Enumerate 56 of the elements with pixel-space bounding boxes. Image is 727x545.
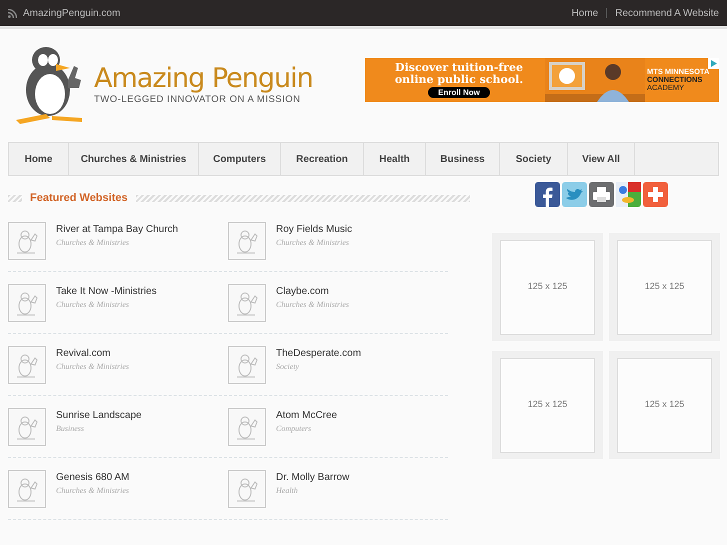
thumbnail-icon[interactable] [228, 346, 266, 384]
category-label: Churches & Ministries [56, 485, 130, 497]
category-label: Computers [276, 423, 312, 435]
website-link[interactable]: Take It Now -Ministries [56, 285, 157, 299]
category-label: Society [276, 361, 300, 373]
thumbnail-icon[interactable] [8, 346, 46, 384]
website-link[interactable]: Atom McCree [276, 409, 338, 423]
print-icon[interactable] [588, 182, 614, 207]
nav-item[interactable]: Society [500, 143, 568, 175]
thumbnail-icon[interactable] [8, 470, 46, 508]
category-label: Health [276, 485, 299, 497]
enroll-button[interactable]: Enroll Now [428, 87, 490, 98]
thumbnail-icon[interactable] [228, 284, 266, 322]
nav-item[interactable]: View All [568, 143, 635, 175]
facebook-icon[interactable] [534, 182, 560, 207]
ad-slot[interactable]: 125 x 125 [617, 358, 712, 452]
thumbnail-icon[interactable] [8, 408, 46, 446]
nav-item[interactable]: Health [364, 143, 426, 175]
logo-title: Amazing Penguin [94, 64, 313, 93]
logo-tagline: TWO-LEGGED INNOVATOR ON A MISSION [94, 93, 302, 107]
website-link[interactable]: Revival.com [56, 347, 130, 361]
website-link[interactable]: Roy Fields Music [276, 223, 352, 237]
ad-slot[interactable]: 125 x 125 [500, 358, 595, 452]
website-link[interactable]: Sunrise Landscape [56, 409, 142, 423]
ad-slot[interactable]: 125 x 125 [500, 240, 595, 334]
nav-item[interactable]: Home [9, 143, 69, 175]
thumbnail-icon[interactable] [228, 408, 266, 446]
rss-icon [8, 8, 17, 18]
category-label: Churches & Ministries [56, 299, 130, 311]
website-link[interactable]: Claybe.com [276, 285, 350, 299]
thumbnail-icon[interactable] [8, 222, 46, 260]
thumbnail-icon[interactable] [228, 222, 266, 260]
plus-icon[interactable] [642, 182, 668, 207]
ad-slot[interactable]: 125 x 125 [617, 240, 712, 334]
nav-item[interactable]: Recreation [281, 143, 364, 175]
nav-item[interactable]: Computers [199, 143, 281, 175]
website-link[interactable]: Genesis 680 AM [56, 471, 130, 485]
site-name[interactable]: AmazingPenguin.com [23, 6, 120, 20]
website-link[interactable]: River at Tampa Bay Church [56, 223, 178, 237]
top-link[interactable]: Recommend A Website [615, 6, 719, 20]
category-label: Churches & Ministries [56, 361, 130, 373]
website-link[interactable]: Dr. Molly Barrow [276, 471, 350, 485]
ad-headline: Discover tuition-free online public school. [394, 62, 524, 86]
category-label: Business [56, 423, 85, 435]
thumbnail-icon[interactable] [228, 470, 266, 508]
ad-choices-icon[interactable] [708, 58, 719, 69]
thumbnail-icon[interactable] [8, 284, 46, 322]
nav-item[interactable]: Business [426, 143, 500, 175]
bird-icon[interactable] [562, 182, 586, 207]
top-link[interactable]: Home [572, 6, 598, 20]
category-label: Churches & Ministries [276, 237, 350, 249]
nav-item[interactable]: Churches & Ministries [69, 143, 199, 175]
category-label: Churches & Ministries [56, 237, 130, 249]
section-heading: Featured Websites [30, 190, 128, 206]
website-link[interactable]: TheDesperate.com [276, 347, 362, 361]
category-label: Churches & Ministries [276, 299, 350, 311]
